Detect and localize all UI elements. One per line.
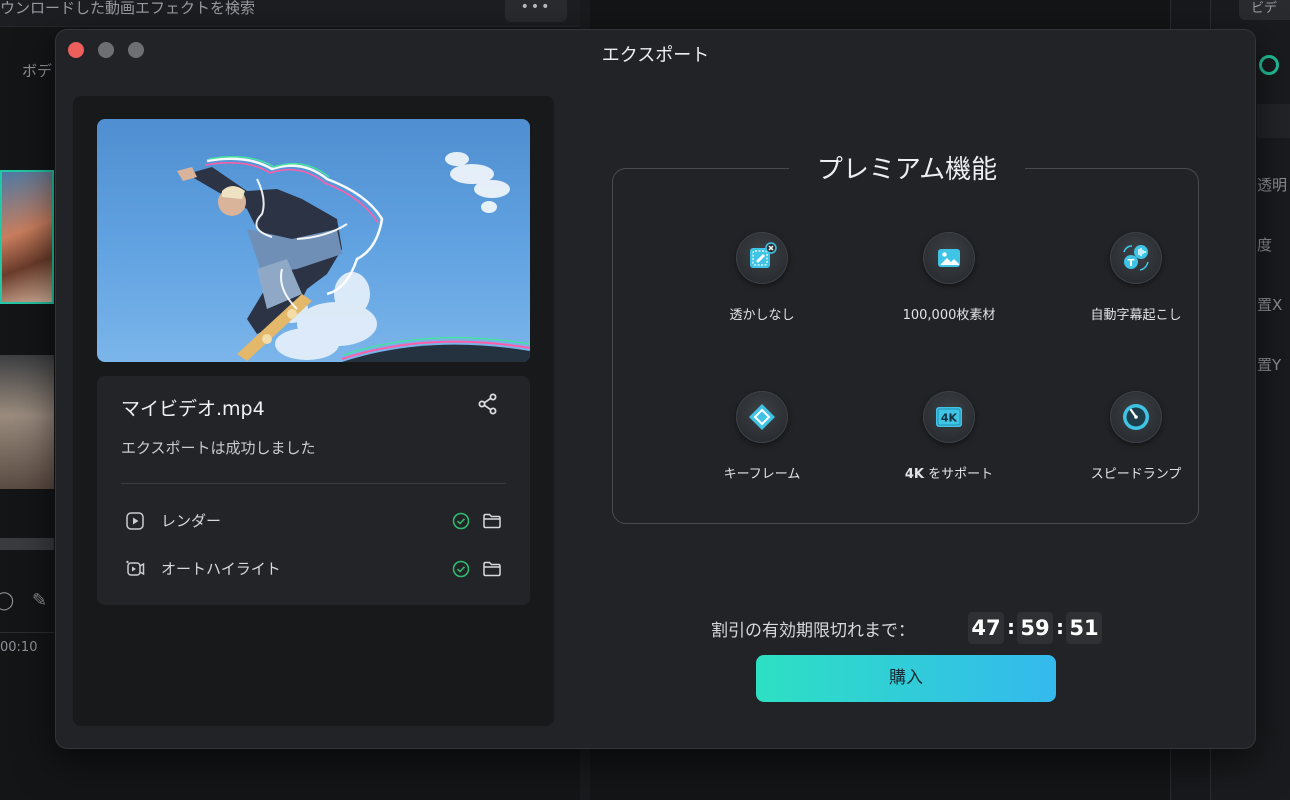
feature-label: キーフレーム xyxy=(723,467,801,482)
svg-text:T: T xyxy=(1128,258,1135,269)
feature-auto-subtitle: T 自動字幕起こし xyxy=(1046,232,1226,342)
keyframe-icon xyxy=(736,391,788,443)
check-circle-icon xyxy=(452,560,470,578)
countdown-separator: : xyxy=(1056,615,1064,639)
countdown-hours: 47 xyxy=(968,612,1004,644)
skater-preview-image xyxy=(177,152,530,362)
countdown-minutes: 59 xyxy=(1017,612,1053,644)
no-watermark-icon xyxy=(736,232,788,284)
background-media-thumbnail[interactable] xyxy=(0,170,54,304)
auto-highlight-icon xyxy=(125,559,145,579)
background-section-bar xyxy=(1257,104,1290,138)
export-result-panel: マイビデオ.mp4 エクスポートは成功しました レンダー オートハイライト xyxy=(73,96,554,726)
feature-label-bold: 4K xyxy=(904,467,924,482)
background-category-label: ボデ xyxy=(22,62,53,80)
premium-features-box: プレミアム機能 透かしなし 100,000枚素材 T 自動字幕起こし キーフレー… xyxy=(612,149,1199,524)
buy-button[interactable]: 購入 xyxy=(756,655,1056,702)
background-pen-tool-icon[interactable]: ✎ xyxy=(32,590,47,611)
exported-file-name: マイビデオ.mp4 xyxy=(121,398,265,420)
export-status-text: エクスポートは成功しました xyxy=(121,439,316,457)
speed-ramp-icon xyxy=(1110,391,1162,443)
feature-label: スピードランプ xyxy=(1090,467,1182,482)
background-timeline-divider xyxy=(0,632,54,633)
play-icon xyxy=(125,511,145,531)
export-result-card: マイビデオ.mp4 エクスポートは成功しました レンダー オートハイライト xyxy=(97,376,530,605)
feature-label: 透かしなし xyxy=(729,308,795,323)
feature-label: 自動字幕起こし xyxy=(1090,308,1182,323)
task-row-auto-highlight: オートハイライト xyxy=(121,555,506,583)
export-dialog: エクスポート マイビデオ.mp4 エクスポートは成功しました レンダー オートハ… xyxy=(55,29,1256,749)
video-preview-thumbnail xyxy=(97,119,530,362)
image-assets-icon xyxy=(923,232,975,284)
background-media-thumbnail[interactable] xyxy=(0,355,54,489)
task-label: レンダー xyxy=(161,512,222,530)
background-label-degree: 度 xyxy=(1257,236,1273,254)
feature-no-watermark: 透かしなし xyxy=(672,232,852,342)
feature-label: 4K をサポート xyxy=(859,463,1039,482)
dialog-title: エクスポート xyxy=(601,45,710,66)
background-search-text: ウンロードした動画エフェクトを検索 xyxy=(0,0,256,17)
background-label-pos-x: 置X xyxy=(1257,296,1283,314)
countdown-separator: : xyxy=(1007,615,1015,639)
countdown-label: 割引の有効期限切れまで： xyxy=(711,621,915,641)
background-search-tool-icon[interactable]: ◯ xyxy=(0,590,14,611)
feature-label-rest: をサポート xyxy=(923,467,994,482)
background-search-bar[interactable]: ウンロードした動画エフェクトを検索 xyxy=(0,0,580,27)
feature-speed-ramp: スピードランプ xyxy=(1046,391,1226,501)
divider xyxy=(121,483,506,484)
background-label-pos-y: 置Y xyxy=(1257,356,1282,374)
auto-subtitle-icon: T xyxy=(1110,232,1162,284)
countdown-seconds: 51 xyxy=(1066,612,1102,644)
4k-icon-badge-text: 4K xyxy=(941,412,958,425)
task-label: オートハイライト xyxy=(161,560,281,578)
open-folder-icon[interactable] xyxy=(482,511,502,531)
open-folder-icon[interactable] xyxy=(482,559,502,579)
share-icon[interactable] xyxy=(476,392,500,416)
check-circle-icon xyxy=(452,512,470,530)
4k-icon: 4K xyxy=(923,391,975,443)
background-timecode: 00:10 xyxy=(0,640,38,655)
background-toggle[interactable] xyxy=(1259,55,1279,75)
background-more-button[interactable]: ••• xyxy=(505,0,567,22)
background-tab-video[interactable]: ビデ xyxy=(1239,0,1290,20)
feature-image-assets: 100,000枚素材 xyxy=(859,232,1039,342)
task-row-render: レンダー xyxy=(121,507,506,535)
feature-label: 100,000枚素材 xyxy=(902,308,996,323)
background-scrollbar[interactable] xyxy=(0,538,54,550)
feature-4k-support: 4K 4K をサポート xyxy=(859,391,1039,501)
background-label-opacity: 透明 xyxy=(1257,176,1288,194)
premium-title: プレミアム機能 xyxy=(789,149,1025,186)
feature-keyframe: キーフレーム xyxy=(672,391,852,501)
